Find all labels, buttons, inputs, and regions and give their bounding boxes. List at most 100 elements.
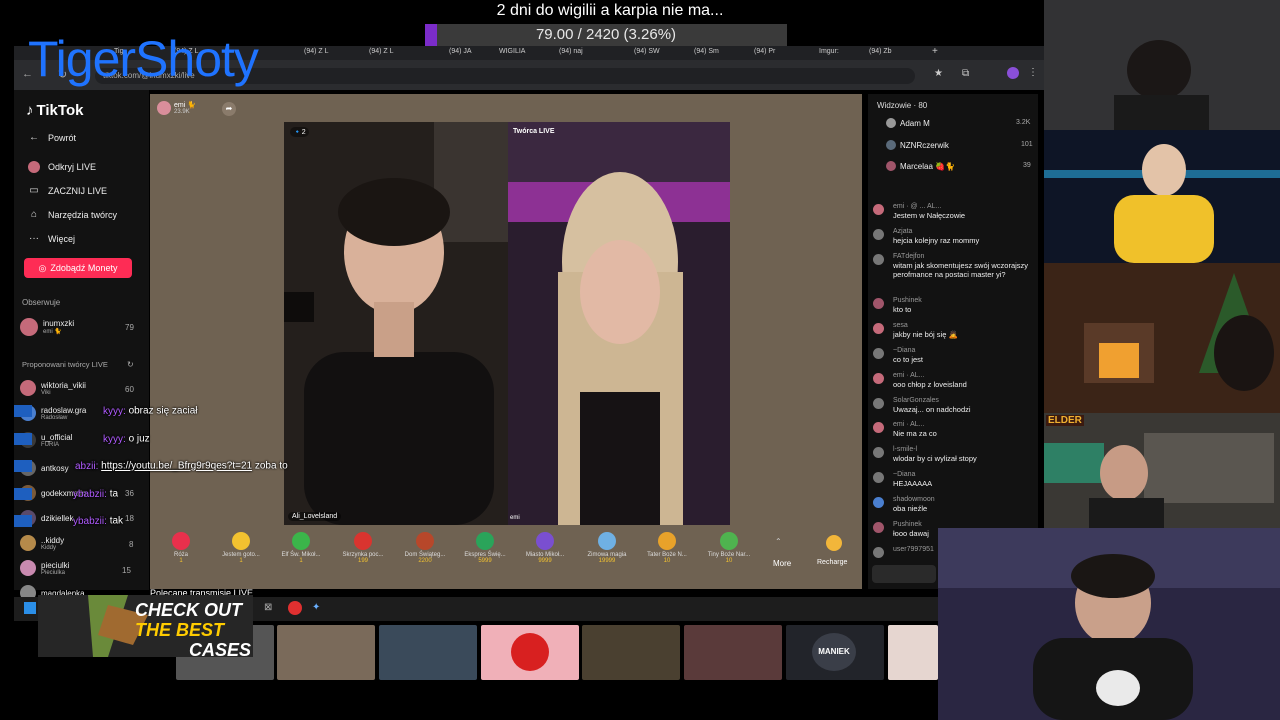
overlay-chat-author: kyyy: (103, 433, 126, 445)
chevron-up-icon[interactable]: ⌃ (775, 537, 782, 546)
browser-tab[interactable]: (94) Pr (754, 48, 775, 59)
live-thumbnail[interactable] (582, 625, 680, 680)
browser-tab[interactable]: WIGILIA (499, 48, 525, 59)
gift-item[interactable]: Jestem goto... 1 (216, 532, 266, 564)
browser-tab[interactable]: (94) Z L (369, 48, 394, 59)
refresh-icon[interactable]: ↻ (127, 360, 134, 369)
taskbar-app-icon[interactable]: ⊠ (264, 602, 272, 613)
user-sub: Kiddy (41, 544, 57, 551)
gift-item[interactable]: Tater Boże N... 10 (642, 532, 692, 564)
overlay-chat-author: kyyy: (103, 405, 126, 417)
badge-icon (14, 433, 32, 445)
gift-item[interactable]: Dom Świąteg... 2200 (400, 532, 450, 564)
battle-video-left[interactable]: 🔹2 Ali_Lovelsland (284, 122, 508, 525)
gift-item[interactable]: Elf Św. Mikoł... 1 (276, 532, 326, 564)
gift-item[interactable]: Miasto Mikoł... 9999 (520, 532, 570, 564)
user-name: pieciulki (41, 560, 70, 570)
share-icon[interactable]: ➦ (222, 102, 236, 116)
viewer-count: 15 (122, 566, 131, 575)
browser-tab[interactable]: (94) naj (559, 48, 583, 59)
streamer-right-silhouette (508, 122, 730, 525)
get-coins-button[interactable]: ◎ Zdobądź Monety (24, 258, 132, 278)
ad-line: CHECK OUT (135, 600, 242, 620)
star-icon[interactable]: ★ (934, 68, 943, 79)
user-name: ..kiddy (41, 535, 65, 545)
new-tab-icon[interactable]: + (932, 46, 938, 57)
sidebar-item-more[interactable]: ··· Więcej (28, 233, 75, 245)
suggested-user[interactable]: wiktoria_vikii Viki (20, 380, 86, 396)
browser-tab[interactable]: (94) Z L (304, 48, 329, 59)
gift-item[interactable]: Ekspres Świę... 5999 (460, 532, 510, 564)
avatar (873, 254, 884, 265)
overlay-chat-line: abzii: https://youtu.be/_Bfrg9r9qes?t=21… (14, 460, 288, 472)
live-thumbnail[interactable] (888, 625, 938, 680)
windows-start-icon[interactable] (24, 602, 36, 614)
sidebar-item-back[interactable]: ← Powrót (28, 132, 76, 144)
coin-icon[interactable] (826, 535, 842, 551)
sidebar-item-go-live[interactable]: ▭ ZACZNIJ LIVE (28, 185, 107, 197)
gift-item[interactable]: Tiny Boże Nar... 10 (704, 532, 754, 564)
webcam-person-2 (1044, 130, 1280, 263)
gift-price: 2200 (418, 558, 432, 564)
sidebar-item-discover-live[interactable]: Odkryj LIVE (28, 161, 96, 173)
menu-icon[interactable]: ⋮ (1028, 67, 1038, 78)
host-avatar[interactable] (157, 101, 171, 115)
sidebar-item-creator-tools[interactable]: ⌂ Narzędzia twórcy (28, 209, 117, 221)
gift-item[interactable]: Róża 1 (156, 532, 206, 564)
top-viewer[interactable]: Marcelaa 🍓🐈 (886, 161, 955, 171)
browser-tab[interactable]: Imgur: (819, 48, 839, 59)
recharge-button[interactable]: Recharge (817, 559, 847, 566)
stream-banner: 2 dni do wigilii a karpia nie ma... (496, 2, 724, 19)
host-name[interactable]: emi 🐈 (174, 101, 196, 109)
avatar (873, 323, 884, 334)
gift-price: 9999 (538, 558, 552, 564)
chrome-icon[interactable] (288, 601, 302, 615)
steam-icon[interactable]: ✦ (312, 602, 320, 613)
viewers-heading[interactable]: Widzowie · 80 (877, 101, 927, 110)
snow-icon (598, 532, 616, 550)
live-thumbnail[interactable] (379, 625, 477, 680)
browser-tab[interactable]: (94) JA (449, 48, 472, 59)
ad-text: CHECK OUT THE BEST CASES (135, 600, 251, 660)
battle-video-right[interactable]: Twórca LIVE emi (508, 122, 730, 525)
browser-tab[interactable]: (94) Sm (694, 48, 719, 59)
chat-author: Azjata (893, 228, 913, 235)
left-streamer-label[interactable]: Ali_Lovelsland (288, 512, 342, 521)
chat-text: witam jak skomentujesz swój wczorajszy p… (893, 261, 1029, 280)
ad-line: CASES (189, 640, 252, 660)
gift-item[interactable]: Zimowa magia 19999 (582, 532, 632, 564)
live-thumbnail[interactable]: MANIEK (786, 625, 884, 680)
streamer-left-silhouette (284, 122, 508, 525)
browser-tab[interactable]: (94) Zb (869, 48, 892, 59)
donation-progress-bar: 79.00 / 2420 (3.26%) (425, 24, 787, 46)
live-thumbnail[interactable] (277, 625, 375, 680)
top-viewer[interactable]: NZNRczerwik (886, 140, 949, 150)
gift-item[interactable]: Skrzynka poc... 199 (338, 532, 388, 564)
following-user[interactable]: inumxzki emi 🐈 (20, 318, 74, 336)
tiktok-icon: ♪ (26, 102, 34, 119)
avatar (20, 535, 36, 551)
chat-message: shadowmoon oba nieźle (873, 496, 1035, 513)
chat-text: jakby nie bój się 🙇 (893, 330, 958, 340)
overlay-chat-author: abzii: (75, 460, 99, 472)
overlay-chat-text: zoba to (254, 460, 288, 472)
chat-author: ~Diana (893, 471, 916, 478)
browser-tab[interactable]: (94) SW (634, 48, 660, 59)
overlay-chat-link[interactable]: https://youtu.be/_Bfrg9r9qes?t=21 (101, 461, 252, 472)
chat-author: ~Diana (893, 347, 916, 354)
chat-input[interactable] (872, 565, 936, 583)
chat-author: shadowmoon (893, 496, 935, 503)
tiktok-logo[interactable]: ♪ TikTok (26, 102, 83, 119)
profile-avatar[interactable] (1007, 67, 1019, 79)
chat-author: emi · AL... (893, 372, 925, 379)
chat-message: Azjata hejcia kolejny raz mommy (873, 228, 1035, 245)
suggested-user[interactable]: pieciulki Pieciulka (20, 560, 69, 576)
live-thumbnail[interactable] (481, 625, 579, 680)
extensions-icon[interactable]: ⧉ (962, 68, 969, 79)
more-gifts-button[interactable]: More (773, 559, 791, 568)
live-thumbnail[interactable] (684, 625, 782, 680)
suggested-user[interactable]: ..kiddy Kiddy (20, 535, 64, 551)
viewer-count: 8 (129, 540, 134, 549)
user-name: wiktoria_vikii (41, 380, 86, 390)
top-viewer[interactable]: Adam M (886, 118, 930, 128)
